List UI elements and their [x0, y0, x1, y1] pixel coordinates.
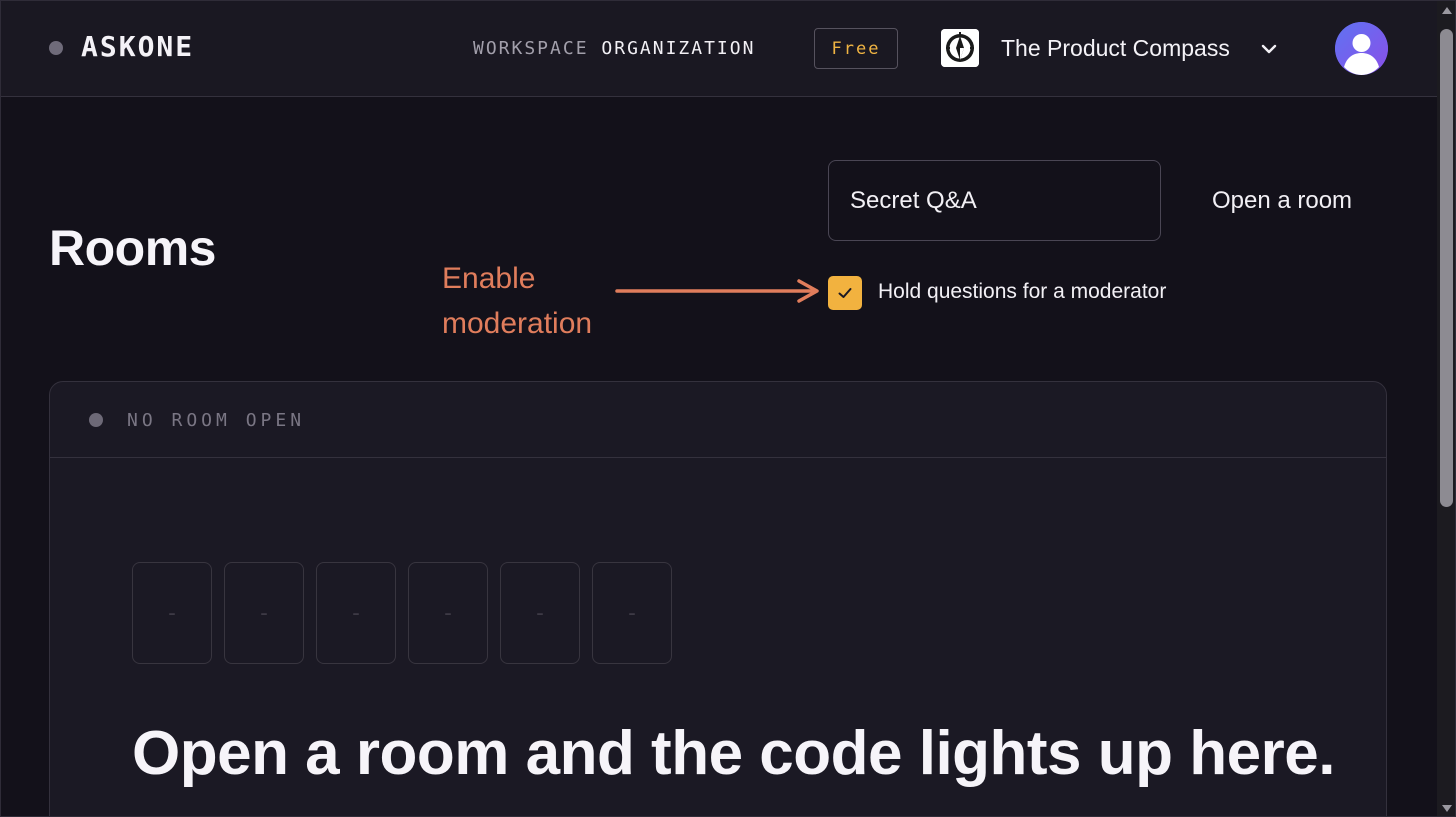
workspace-value: ORGANIZATION [601, 38, 756, 59]
vertical-scrollbar[interactable] [1437, 1, 1455, 816]
workspace-indicator: WORKSPACE ORGANIZATION [473, 38, 755, 59]
brand-dot-icon [49, 41, 63, 55]
moderation-checkbox-label[interactable]: Hold questions for a moderator [878, 280, 1166, 304]
scrollbar-thumb[interactable] [1440, 29, 1453, 507]
plan-badge: Free [814, 28, 898, 69]
code-slot: - [500, 562, 580, 664]
check-icon [838, 288, 852, 298]
workspace-label: WORKSPACE [473, 38, 589, 59]
code-slot: - [408, 562, 488, 664]
open-room-button[interactable]: Open a room [1187, 160, 1377, 241]
scroll-up-arrow-icon[interactable] [1441, 5, 1453, 15]
code-slot: - [592, 562, 672, 664]
user-avatar-icon[interactable] [1335, 22, 1388, 75]
app-window: ASKONE WORKSPACE ORGANIZATION Free The P… [0, 0, 1456, 817]
compass-logo-icon[interactable] [941, 29, 979, 67]
scroll-down-arrow-icon[interactable] [1441, 804, 1453, 814]
org-switcher-name[interactable]: The Product Compass [1001, 35, 1230, 62]
status-dot-icon [89, 413, 103, 427]
room-card-header: NO ROOM OPEN [50, 382, 1386, 458]
room-card: NO ROOM OPEN - - - - - - Open a room and… [49, 381, 1387, 816]
code-slot: - [316, 562, 396, 664]
top-bar: ASKONE WORKSPACE ORGANIZATION Free The P… [1, 1, 1437, 97]
moderation-checkbox[interactable] [828, 276, 862, 310]
annotation-line-1: Enable [442, 262, 536, 295]
code-slot: - [224, 562, 304, 664]
room-status: NO ROOM OPEN [127, 410, 306, 431]
room-card-headline: Open a room and the code lights up here. [132, 719, 1335, 788]
code-slot: - [132, 562, 212, 664]
annotation-callout: Enable moderation [442, 256, 592, 346]
annotation-line-2: moderation [442, 307, 593, 340]
brand-logo[interactable]: ASKONE [81, 30, 194, 63]
annotation-arrow-icon [615, 279, 819, 303]
page-title: Rooms [49, 220, 216, 276]
room-name-input[interactable] [828, 160, 1161, 241]
chevron-down-icon[interactable] [1259, 39, 1279, 59]
